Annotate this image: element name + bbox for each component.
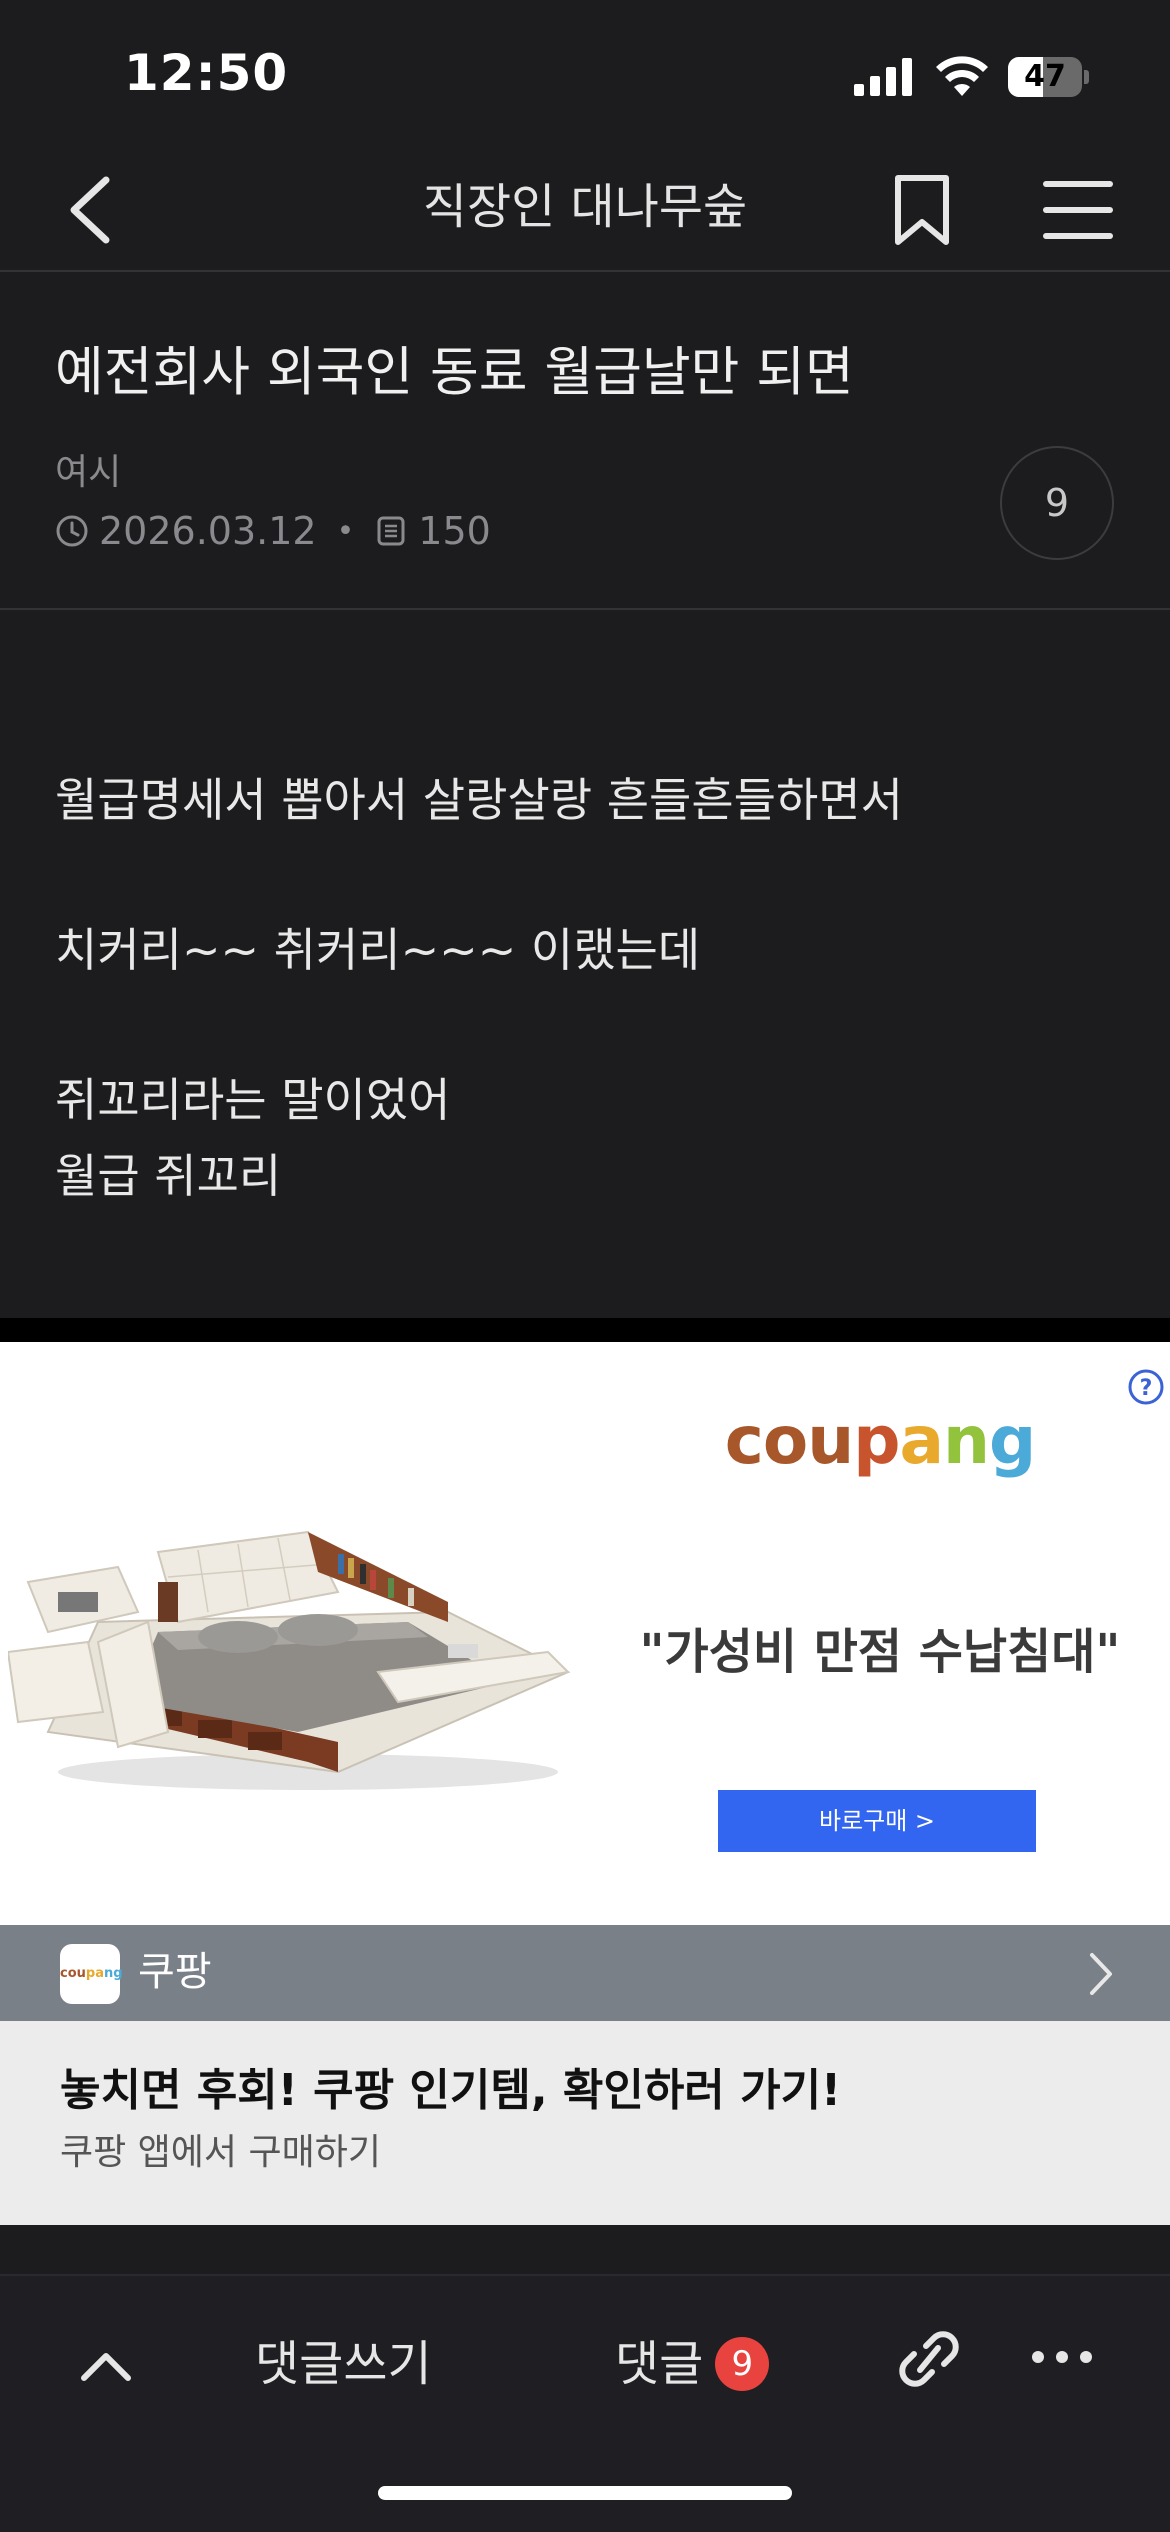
body-line: 월급명세서 뽑아서 살랑살랑 흔들흔들하면서 (55, 773, 903, 827)
more-options-icon[interactable] (1030, 2342, 1094, 2372)
body-line: 치커리~~ 취커리~~~ 이랬는데 (55, 923, 701, 977)
ad-brand-logo: coupang (724, 1402, 1037, 1479)
navigation-bar: 직장인 대나무숲 (0, 150, 1170, 272)
post-views: 150 (418, 509, 491, 553)
comment-count-button[interactable]: 9 (1000, 446, 1114, 560)
body-line: 월급 쥐꼬리 (55, 1149, 282, 1203)
ad-footer[interactable]: 놓치면 후회! 쿠팡 인기템, 확인하러 가기! 쿠팡 앱에서 구매하기 (0, 2021, 1170, 2225)
cellular-signal-icon (854, 58, 912, 96)
chevron-left-icon[interactable] (60, 170, 124, 250)
chevron-up-icon[interactable] (78, 2338, 134, 2394)
home-indicator[interactable] (378, 2486, 792, 2500)
status-bar: 12:50 47 (0, 0, 1170, 150)
ad-footer-title: 놓치면 후회! 쿠팡 인기템, 확인하러 가기! (60, 2065, 842, 2116)
board-title: 직장인 대나무숲 (422, 179, 748, 235)
svg-text:?: ? (1140, 1376, 1153, 1401)
body-line: 쥐꼬리라는 말이었어 (55, 1073, 451, 1127)
write-comment-button[interactable]: 댓글쓰기 (255, 2332, 432, 2396)
battery-cap (1084, 70, 1089, 84)
comments-label: 댓글 (615, 2336, 704, 2392)
bookmark-icon[interactable] (886, 170, 958, 250)
comments-button[interactable]: 댓글 9 (615, 2332, 770, 2396)
storage-bed-image[interactable] (8, 1472, 578, 1792)
ad-info-icon[interactable]: ? (1127, 1368, 1165, 1406)
ad-headline: "가성비 만점 수납침대" (639, 1624, 1121, 1680)
advertiser-logo: coupang (60, 1944, 123, 2004)
comments-count-badge: 9 (715, 2337, 770, 2391)
battery-indicator: 47 (1008, 57, 1089, 97)
advertisement-banner[interactable]: ? coupang "가성비 만점 수납침대" 바로구매 > (0, 1342, 1170, 1925)
hamburger-menu-icon[interactable] (1040, 174, 1116, 246)
meta-separator: • (336, 513, 355, 549)
status-time: 12:50 (124, 44, 289, 102)
document-icon (377, 516, 405, 546)
post-title: 예전회사 외국인 동료 월급날만 되면 (55, 342, 854, 403)
clock-icon (56, 515, 88, 547)
post-meta: 2026.03.12 • 150 (55, 508, 491, 554)
buy-now-button[interactable]: 바로구매 > (718, 1790, 1036, 1852)
chevron-right-icon (1090, 1953, 1112, 1995)
ad-footer-subtitle: 쿠팡 앱에서 구매하기 (60, 2132, 381, 2173)
link-icon[interactable] (896, 2324, 962, 2394)
battery-level: 47 (1024, 59, 1066, 94)
wifi-icon (936, 56, 988, 96)
post-author[interactable]: 여시 (55, 450, 121, 496)
ad-advertiser-bar[interactable]: coupang 쿠팡 (0, 1925, 1170, 2021)
advertiser-name: 쿠팡 (138, 1949, 212, 1995)
post-date: 2026.03.12 (99, 509, 317, 553)
post-header: 예전회사 외국인 동료 월급날만 되면 여시 2026.03.12 • 150 … (0, 272, 1170, 610)
content-divider (0, 1318, 1170, 1342)
